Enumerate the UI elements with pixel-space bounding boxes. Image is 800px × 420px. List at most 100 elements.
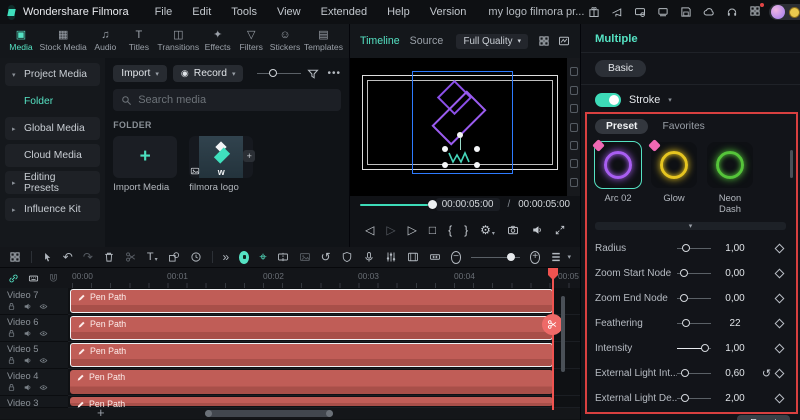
mute-icon[interactable] bbox=[23, 383, 32, 392]
clip-pen-path[interactable]: Pen Path bbox=[70, 397, 553, 408]
mute-icon[interactable] bbox=[23, 302, 32, 311]
mark-in-icon[interactable]: { bbox=[448, 223, 452, 237]
tab-stock-media[interactable]: ▦ Stock Media bbox=[40, 30, 87, 53]
intensity-value[interactable]: 1,00 bbox=[711, 343, 759, 354]
rotate-handle[interactable] bbox=[457, 132, 463, 138]
previous-frame-icon[interactable]: ◁ bbox=[365, 223, 374, 237]
text-tool-icon[interactable]: T ▾ bbox=[147, 251, 158, 263]
track-height-icon[interactable] bbox=[550, 251, 562, 263]
menu-edit[interactable]: Edit bbox=[184, 6, 219, 18]
keyframe-diamond-icon[interactable] bbox=[774, 393, 785, 404]
feathering-value[interactable]: 22 bbox=[711, 318, 759, 329]
volume-icon[interactable] bbox=[531, 224, 543, 236]
link-clips-icon[interactable] bbox=[8, 273, 19, 284]
lock-icon[interactable] bbox=[7, 383, 16, 392]
keyframe-diamond-icon[interactable] bbox=[774, 368, 785, 379]
audio-mixer-icon[interactable] bbox=[385, 251, 397, 263]
tab-media[interactable]: ▣ Media bbox=[6, 30, 36, 53]
external-light-intensity-slider[interactable] bbox=[677, 368, 711, 380]
tab-preset[interactable]: Preset bbox=[595, 119, 649, 134]
add-track-button[interactable]: + bbox=[97, 405, 105, 420]
support-icon[interactable] bbox=[726, 6, 738, 18]
motion-tracking-icon[interactable]: ⌖ bbox=[259, 249, 266, 265]
play-icon[interactable]: ▷ bbox=[408, 223, 417, 237]
playback-settings-icon[interactable]: ⚙ ▾ bbox=[480, 223, 495, 237]
zoom-end-node-value[interactable]: 0,00 bbox=[711, 293, 759, 304]
zoom-end-node-slider[interactable] bbox=[677, 293, 711, 305]
keyframe-diamond-icon[interactable] bbox=[774, 343, 785, 354]
layout-grid-icon[interactable] bbox=[538, 35, 550, 47]
mute-icon[interactable] bbox=[23, 356, 32, 365]
tab-titles[interactable]: T Titles bbox=[124, 30, 154, 53]
shield-icon[interactable] bbox=[341, 251, 353, 263]
external-light-intensity-value[interactable]: 0,60 bbox=[711, 368, 759, 379]
record-button[interactable]: ◉ Record ▾ bbox=[172, 65, 244, 82]
zoom-in-icon[interactable]: + bbox=[529, 250, 541, 264]
image-tool-icon[interactable] bbox=[299, 251, 311, 263]
workspace-icon[interactable] bbox=[9, 251, 21, 263]
corner-handle[interactable] bbox=[474, 162, 480, 168]
fullscreen-icon[interactable] bbox=[555, 225, 565, 235]
zoom-start-node-slider[interactable] bbox=[677, 268, 711, 280]
tab-templates[interactable]: ▤ Templates bbox=[304, 30, 343, 53]
mute-icon[interactable] bbox=[23, 329, 32, 338]
tab-timeline-preview[interactable]: Timeline bbox=[360, 35, 400, 47]
search-input[interactable]: Search media bbox=[113, 89, 341, 111]
tab-filters[interactable]: ▽ Filters bbox=[236, 30, 266, 53]
zoom-out-icon[interactable]: − bbox=[450, 250, 462, 264]
cloud-icon[interactable] bbox=[703, 6, 715, 18]
shapes-icon[interactable] bbox=[168, 251, 180, 263]
track-lane[interactable]: Pen Path bbox=[68, 315, 580, 342]
import-media-tile[interactable]: + bbox=[113, 136, 178, 178]
rotate-icon[interactable]: ↺ bbox=[321, 250, 331, 264]
tab-source-preview[interactable]: Source bbox=[410, 35, 444, 47]
menu-version[interactable]: Version bbox=[422, 6, 475, 18]
corner-handle[interactable] bbox=[474, 146, 480, 152]
hide-icon[interactable] bbox=[39, 329, 48, 338]
mark-out-icon[interactable]: } bbox=[464, 223, 468, 237]
delete-icon[interactable] bbox=[103, 251, 115, 263]
add-to-timeline-icon[interactable]: + bbox=[243, 150, 256, 162]
snapshot-icon[interactable] bbox=[507, 224, 519, 236]
tab-audio[interactable]: ♫ Audio bbox=[90, 30, 120, 53]
stop-icon[interactable]: □ bbox=[429, 223, 436, 237]
thumbnail-size-slider[interactable] bbox=[257, 68, 302, 80]
tab-effects[interactable]: ✦ Effects bbox=[203, 30, 233, 53]
sidebar-item-influence-kit[interactable]: ▸ Influence Kit bbox=[5, 198, 101, 221]
account-coins[interactable]: 23283 bbox=[769, 4, 800, 20]
sidebar-item-folder[interactable]: Folder bbox=[5, 90, 100, 113]
clip-pen-path[interactable]: Pen Path bbox=[70, 289, 553, 313]
save-icon[interactable] bbox=[680, 6, 692, 18]
split-at-playhead-button[interactable] bbox=[542, 314, 563, 335]
quality-select[interactable]: Full Quality ▾ bbox=[456, 33, 528, 49]
external-light-density-value[interactable]: 2,00 bbox=[711, 393, 759, 404]
more-tools-icon[interactable]: » bbox=[222, 250, 229, 264]
hide-icon[interactable] bbox=[39, 383, 48, 392]
timeline-zoom-slider[interactable] bbox=[471, 251, 520, 263]
keyframe-diamond-icon[interactable] bbox=[774, 318, 785, 329]
corner-handle[interactable] bbox=[442, 146, 448, 152]
menu-extended[interactable]: Extended bbox=[313, 6, 375, 18]
radius-value[interactable]: 1,00 bbox=[711, 243, 759, 254]
corner-handle[interactable] bbox=[442, 162, 448, 168]
w-logo-shape[interactable] bbox=[447, 151, 475, 164]
lock-icon[interactable] bbox=[7, 302, 16, 311]
sidebar-item-editing-presets[interactable]: ▸ Editing Presets bbox=[5, 171, 101, 194]
menu-tools[interactable]: Tools bbox=[223, 6, 265, 18]
play-from-icon[interactable]: ▷ bbox=[386, 223, 395, 237]
filter-funnel-icon[interactable] bbox=[307, 68, 319, 80]
keyframe-icon[interactable] bbox=[28, 273, 39, 284]
expand-presets-button[interactable]: ▾ bbox=[595, 222, 786, 230]
menu-help[interactable]: Help bbox=[379, 6, 418, 18]
external-light-density-slider[interactable] bbox=[677, 393, 711, 405]
chevron-down-icon[interactable]: ▾ bbox=[668, 96, 672, 104]
lock-icon[interactable] bbox=[7, 356, 16, 365]
avatar[interactable] bbox=[771, 5, 786, 19]
hide-icon[interactable] bbox=[39, 302, 48, 311]
clip-pen-path[interactable]: Pen Path bbox=[70, 370, 553, 394]
horizontal-scrollbar[interactable] bbox=[205, 410, 333, 417]
undo-icon[interactable]: ↶ bbox=[63, 250, 73, 264]
clip-pen-path[interactable]: Pen Path bbox=[70, 343, 553, 367]
gift-icon[interactable] bbox=[588, 6, 600, 18]
tab-favorites[interactable]: Favorites bbox=[662, 121, 704, 132]
